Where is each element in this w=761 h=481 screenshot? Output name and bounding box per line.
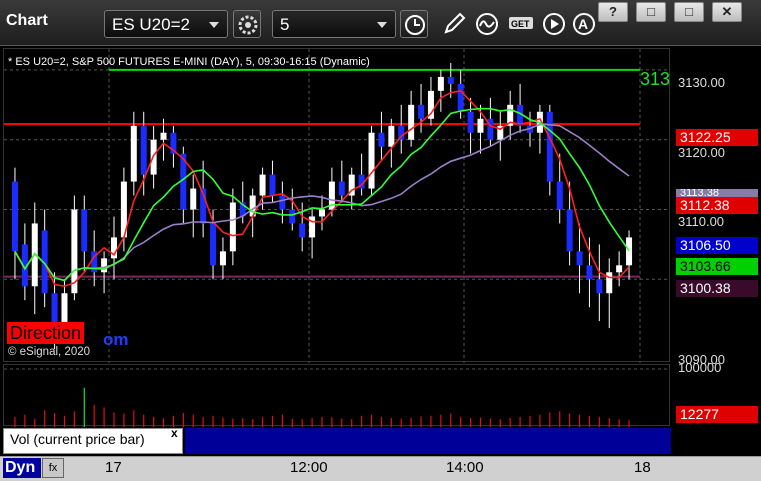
- price-tag: 3122.25: [676, 129, 758, 146]
- interval-value: 5: [280, 15, 290, 34]
- interval-selector[interactable]: 5: [272, 10, 396, 38]
- price-pane[interactable]: [3, 48, 671, 363]
- candle-body: [289, 209, 296, 224]
- help-button[interactable]: ?: [598, 2, 628, 22]
- candle-body: [368, 132, 375, 189]
- price-tag: 3106.50: [676, 237, 758, 254]
- candle-body: [388, 125, 395, 147]
- play-icon[interactable]: [540, 10, 568, 38]
- chevron-down-icon: [377, 22, 387, 28]
- candle-body: [210, 223, 217, 266]
- watermark-com: om: [103, 330, 129, 349]
- time-axis-label: 18: [634, 459, 651, 476]
- time-axis-label: 14:00: [446, 459, 484, 476]
- close-button[interactable]: ✕: [712, 2, 742, 22]
- candle-body: [418, 104, 425, 119]
- indicator-line: [14, 107, 630, 282]
- time-axis-label: 12:00: [290, 459, 328, 476]
- indicator-line: [14, 90, 630, 288]
- candle-body: [437, 76, 444, 91]
- candle-body: [338, 181, 345, 196]
- price-axis-label: 3110.00: [678, 214, 725, 229]
- volume-pane[interactable]: [3, 364, 671, 427]
- price-axis-label: 3130.00: [678, 75, 725, 90]
- candle-body: [101, 258, 108, 273]
- close-study-icon[interactable]: x: [171, 426, 178, 440]
- candle-body: [140, 125, 147, 175]
- candle-body: [566, 209, 573, 252]
- candle-body: [299, 223, 306, 238]
- candle-body: [279, 195, 286, 210]
- candle-body: [546, 111, 553, 182]
- dynamic-button[interactable]: Dyn: [3, 458, 41, 478]
- minimize-button[interactable]: □: [636, 2, 666, 22]
- chart-header: * ES U20=2, S&P 500 FUTURES E-MINI (DAY)…: [8, 56, 370, 68]
- candle-body: [447, 76, 454, 84]
- candle-body: [457, 83, 464, 112]
- copyright: © eSignal, 2020: [8, 346, 91, 358]
- candle-body: [160, 132, 167, 140]
- candle-body: [626, 237, 633, 266]
- pencil-draw-icon[interactable]: [440, 10, 468, 38]
- volume-tag: 12277: [676, 406, 758, 423]
- candle-body: [596, 279, 603, 294]
- candle-body: [309, 216, 316, 238]
- candle-body: [130, 125, 137, 182]
- candle-body: [319, 209, 325, 217]
- price-axis-label: 3120.00: [678, 145, 725, 160]
- study-wave-icon[interactable]: [473, 10, 501, 38]
- chart-window-title: Chart: [6, 12, 48, 29]
- candle-body: [408, 104, 415, 140]
- price-tag: 3100.38: [676, 280, 758, 297]
- candle-body: [467, 111, 474, 133]
- candle-body: [378, 132, 385, 147]
- candle-body: [269, 174, 276, 196]
- candle-body: [556, 181, 563, 210]
- svg-text:GET: GET: [511, 19, 530, 29]
- candle-body: [477, 118, 484, 133]
- candle-body: [586, 265, 593, 280]
- candle-body: [219, 251, 226, 266]
- symbol-value: ES U20=2: [112, 15, 190, 34]
- watermark-direction: Direction: [7, 322, 85, 344]
- volume-axis-label: 100000: [678, 360, 722, 375]
- time-axis-label: 17: [105, 459, 122, 476]
- candle-body: [606, 272, 613, 294]
- alert-a-icon[interactable]: A: [570, 10, 598, 38]
- chart-toolbar: Chart ES U20=2 5 GET A ? □ □ ✕: [0, 0, 761, 46]
- study-bar-fill: [185, 428, 671, 454]
- fx-button[interactable]: fx: [42, 458, 64, 478]
- candle-body: [259, 174, 266, 196]
- candle-body: [81, 209, 88, 252]
- price-stub-label: 313: [640, 69, 671, 89]
- maximize-button[interactable]: □: [674, 2, 704, 22]
- candle-body: [190, 188, 197, 210]
- symbol-selector[interactable]: ES U20=2: [104, 10, 228, 38]
- volume-study-label: Vol (current price bar): [10, 431, 145, 447]
- chevron-down-icon: [209, 22, 219, 28]
- price-chart: [4, 49, 671, 363]
- candle-body: [229, 202, 236, 252]
- candle-body: [576, 251, 583, 266]
- svg-text:A: A: [578, 16, 588, 32]
- candle-body: [11, 181, 18, 252]
- price-tag: 3112.38: [676, 197, 758, 214]
- settings-gear-icon[interactable]: [233, 10, 261, 38]
- candle-body: [616, 265, 623, 273]
- get-data-icon[interactable]: GET: [507, 10, 535, 38]
- volume-chart: [4, 368, 671, 427]
- clock-icon[interactable]: [400, 10, 428, 38]
- price-tag: 3103.66: [676, 258, 758, 275]
